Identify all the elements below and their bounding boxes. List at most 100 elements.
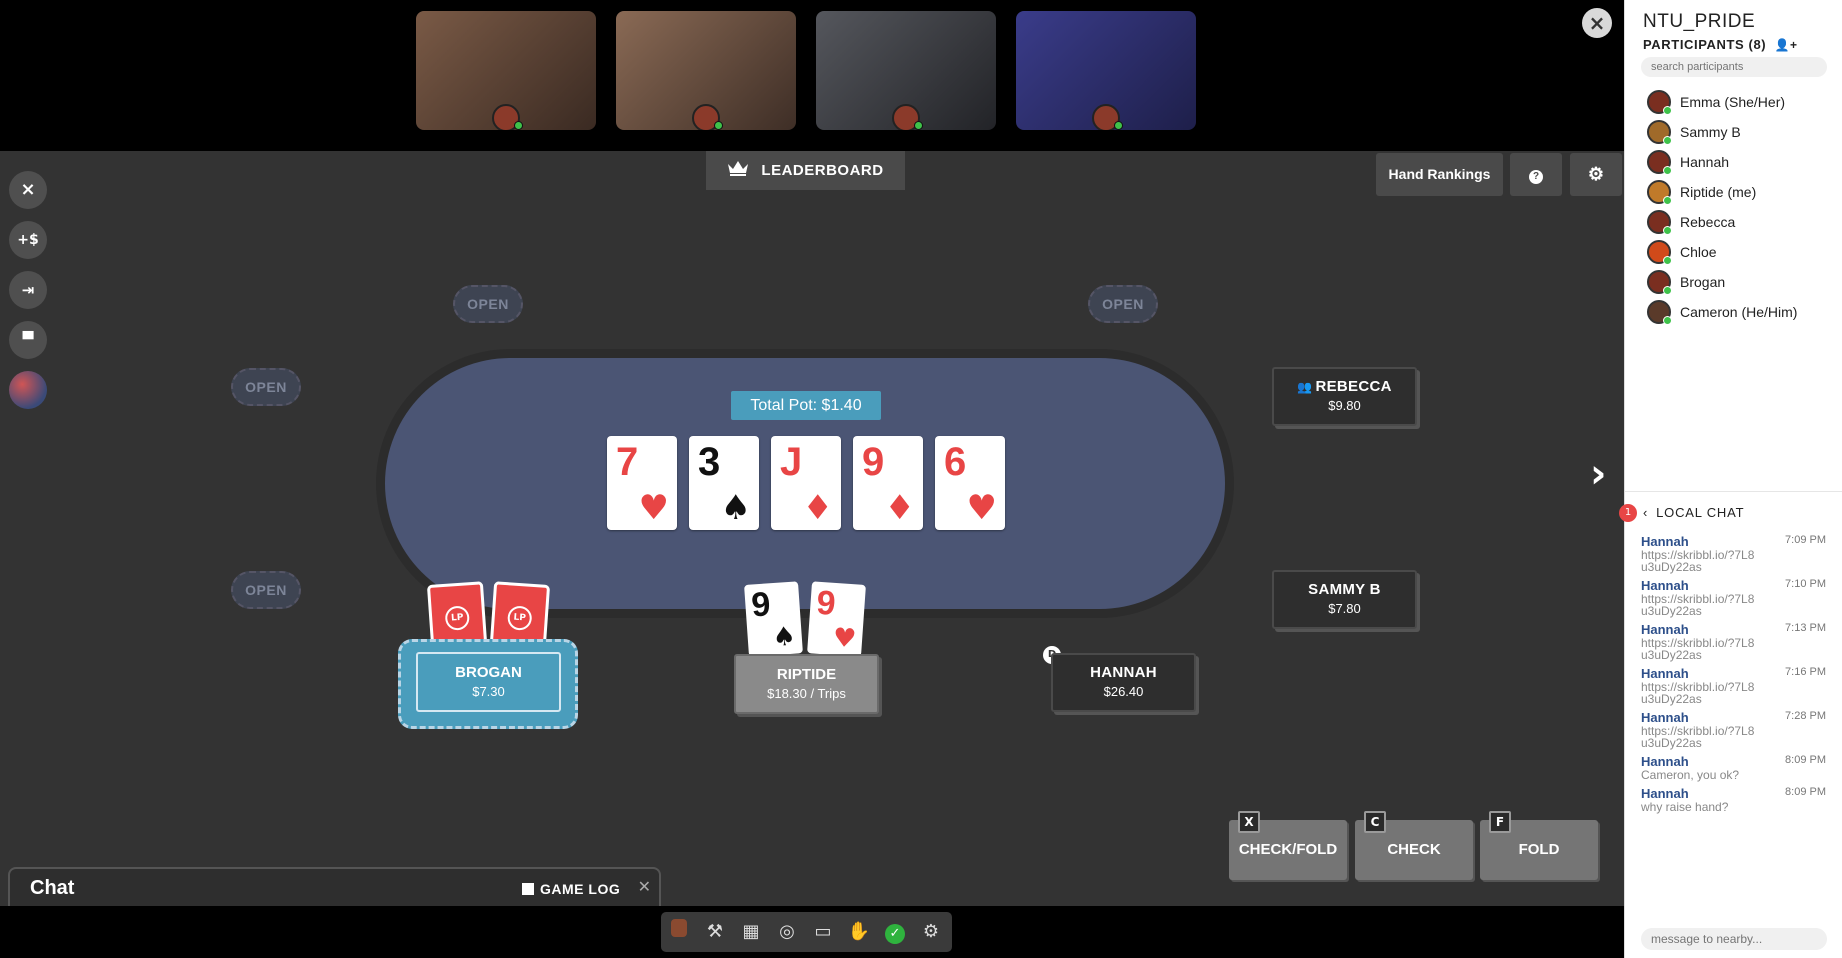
- game-log-toggle[interactable]: GAME LOG: [522, 881, 620, 897]
- chat-title: Chat: [30, 877, 75, 899]
- participant-row[interactable]: Cameron (He/Him): [1647, 300, 1837, 325]
- participant-row[interactable]: Rebecca: [1647, 210, 1837, 235]
- avatar-icon[interactable]: [665, 918, 693, 946]
- screen-share-icon[interactable]: ▭: [809, 918, 837, 946]
- participant-row[interactable]: Chloe: [1647, 240, 1837, 265]
- hand-rankings-button[interactable]: Hand Rankings: [1376, 153, 1503, 196]
- player-name-row: 👥 REBECCA: [1274, 378, 1415, 395]
- message-text: Cameron, you ok?: [1641, 768, 1740, 782]
- message-time: 7:28 PM: [1785, 710, 1826, 722]
- poker-game-area: LEADERBOARD Hand Rankings ? ⚙ × +$ ⇥ ▀ O…: [0, 151, 1624, 907]
- hole-card: 9 ♠: [744, 581, 803, 657]
- online-indicator: [1663, 166, 1672, 175]
- settings-button[interactable]: ⚙: [1570, 153, 1622, 196]
- participant-name: Sammy B: [1680, 124, 1741, 140]
- seat-brogan-panel: BROGAN $7.30: [416, 652, 561, 712]
- card-back-logo: LP: [444, 605, 471, 631]
- raise-hand-icon[interactable]: ✋: [845, 918, 873, 946]
- leave-seat-button[interactable]: ⇥: [9, 271, 47, 309]
- app-root: × LEADERBOARD Hand Rankings ? ⚙ × +$ ⇥ ▀…: [0, 0, 1842, 958]
- card-back-logo: LP: [506, 605, 533, 631]
- search-input[interactable]: [1641, 57, 1827, 77]
- participant-name: Emma (She/Her): [1680, 94, 1786, 110]
- add-chips-button[interactable]: +$: [9, 221, 47, 259]
- player-name: HANNAH: [1090, 664, 1157, 681]
- room-name: NTU_PRIDE: [1643, 11, 1756, 32]
- checkbox[interactable]: [522, 883, 534, 895]
- nearby-message-input[interactable]: [1641, 928, 1827, 950]
- seat-sammy-b[interactable]: SAMMY B $7.80: [1272, 570, 1417, 629]
- leaderboard-button[interactable]: LEADERBOARD: [706, 151, 905, 190]
- message-time: 7:09 PM: [1785, 534, 1826, 546]
- chevron-right-icon[interactable]: ›: [1590, 451, 1606, 497]
- status-available-icon[interactable]: ✓: [881, 918, 909, 946]
- card-suit-icon: ♦: [884, 488, 915, 528]
- message-text[interactable]: https://skribbl.io/?7L8u3uDy22as: [1641, 725, 1761, 749]
- online-indicator: [1663, 316, 1672, 325]
- local-chat-header[interactable]: ‹ LOCAL CHAT: [1643, 505, 1744, 520]
- gear-icon[interactable]: ⚙: [917, 918, 945, 946]
- target-icon[interactable]: ◎: [773, 918, 801, 946]
- participant-row[interactable]: Hannah: [1647, 150, 1837, 175]
- participant-row[interactable]: Brogan: [1647, 270, 1837, 295]
- player-stack: $7.30: [472, 684, 505, 699]
- crown-icon: [727, 152, 749, 191]
- card-rank: 9: [750, 585, 772, 625]
- participant-row[interactable]: Emma (She/Her): [1647, 90, 1837, 115]
- online-indicator: [914, 121, 923, 130]
- video-bar: ×: [0, 0, 1624, 151]
- seat-brogan[interactable]: BROGAN $7.30: [398, 639, 578, 729]
- chevron-left-icon[interactable]: ‹: [1643, 505, 1648, 520]
- message-text[interactable]: https://skribbl.io/?7L8u3uDy22as: [1641, 549, 1761, 573]
- chat-message: Hannah 7:13 PM https://skribbl.io/?7L8u3uD…: [1641, 622, 1826, 661]
- video-tile[interactable]: [1016, 11, 1196, 130]
- speech-bubble-icon: ▀: [22, 332, 34, 348]
- message-time: 8:09 PM: [1785, 786, 1826, 798]
- seat-hannah[interactable]: HANNAH $26.40: [1051, 653, 1196, 712]
- leaderboard-label: LEADERBOARD: [761, 162, 884, 179]
- seat-rebecca[interactable]: 👥 REBECCA $9.80: [1272, 367, 1417, 426]
- open-seat[interactable]: OPEN: [231, 368, 301, 406]
- online-indicator: [1663, 196, 1672, 205]
- close-icon[interactable]: ✕: [638, 877, 651, 896]
- sign-out-icon: ⇥: [21, 281, 35, 299]
- close-button[interactable]: ×: [9, 171, 47, 209]
- player-stack: $7.80: [1328, 601, 1361, 616]
- table-theme-button[interactable]: [9, 371, 47, 409]
- chat-message: Hannah 7:09 PM https://skribbl.io/?7L8u3uD…: [1641, 534, 1826, 573]
- open-seat[interactable]: OPEN: [231, 571, 301, 609]
- unread-badge: 1: [1619, 504, 1637, 522]
- open-seat[interactable]: OPEN: [453, 285, 523, 323]
- participant-row[interactable]: Riptide (me): [1647, 180, 1837, 205]
- video-tile[interactable]: [616, 11, 796, 130]
- open-seat[interactable]: OPEN: [1088, 285, 1158, 323]
- chat-button[interactable]: ▀: [9, 321, 47, 359]
- close-icon[interactable]: ×: [1582, 8, 1612, 38]
- map-icon[interactable]: ▦: [737, 918, 765, 946]
- message-text[interactable]: https://skribbl.io/?7L8u3uDy22as: [1641, 593, 1761, 617]
- message-text[interactable]: https://skribbl.io/?7L8u3uDy22as: [1641, 637, 1761, 661]
- card-suit-icon: ♥: [831, 622, 858, 655]
- help-button[interactable]: ?: [1510, 153, 1562, 196]
- board-card: 9 ♦: [853, 436, 923, 530]
- hammer-icon[interactable]: ⚒: [701, 918, 729, 946]
- video-tile[interactable]: [416, 11, 596, 130]
- local-chat-panel: 1 ‹ LOCAL CHAT Hannah 7:09 PM https://skrib…: [1619, 491, 1842, 958]
- participants-header: PARTICIPANTS (8) 👤+: [1643, 37, 1798, 52]
- card-rank: 9: [862, 440, 885, 484]
- online-indicator: [1663, 136, 1672, 145]
- close-icon: ×: [20, 179, 36, 200]
- card-rank: 6: [944, 440, 967, 484]
- toolbar: ⚒ ▦ ◎ ▭ ✋ ✓ ⚙: [661, 912, 952, 952]
- chat-message: Hannah 7:16 PM https://skribbl.io/?7L8u3uD…: [1641, 666, 1826, 705]
- chat-panel[interactable]: Chat GAME LOG ✕: [8, 867, 661, 907]
- bottom-bar: ⚒ ▦ ◎ ▭ ✋ ✓ ⚙: [0, 906, 1624, 958]
- message-time: 7:16 PM: [1785, 666, 1826, 678]
- participant-row[interactable]: Sammy B: [1647, 120, 1837, 145]
- card-suit-icon: ♠: [771, 621, 797, 654]
- seat-riptide[interactable]: RIPTIDE $18.30 / Trips: [734, 654, 879, 714]
- video-tile[interactable]: [816, 11, 996, 130]
- player-stack: $26.40: [1103, 684, 1144, 699]
- message-text[interactable]: https://skribbl.io/?7L8u3uDy22as: [1641, 681, 1761, 705]
- add-user-icon[interactable]: 👤+: [1774, 38, 1797, 52]
